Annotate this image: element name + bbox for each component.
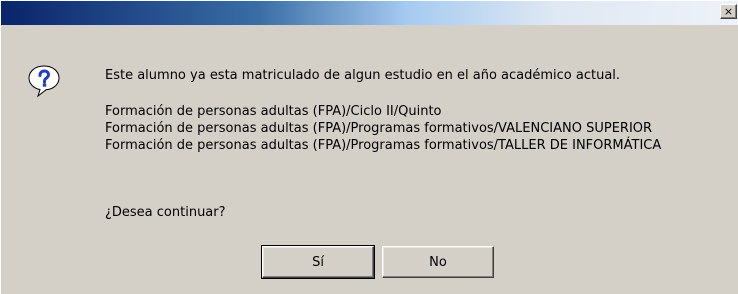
no-button[interactable]: No [382,246,494,278]
yes-button-label: Sí [312,254,324,270]
enrollment-line: Formación de personas adultas (FPA)/Prog… [105,121,653,136]
message-main-text: Este alumno ya esta matriculado de algun… [105,68,621,83]
enrollment-line: Formación de personas adultas (FPA)/Prog… [105,138,662,153]
close-icon: × [723,5,734,18]
close-button[interactable]: × [720,4,737,19]
no-button-label: No [429,254,447,270]
question-icon [26,63,62,99]
enrollment-line: Formación de personas adultas (FPA)/Cicl… [105,104,442,119]
confirm-question: ¿Desea continuar? [105,205,226,220]
message-dialog: × Este alumno ya esta matriculado de alg… [0,0,738,294]
title-bar[interactable]: × [1,1,738,25]
yes-button[interactable]: Sí [261,245,375,279]
